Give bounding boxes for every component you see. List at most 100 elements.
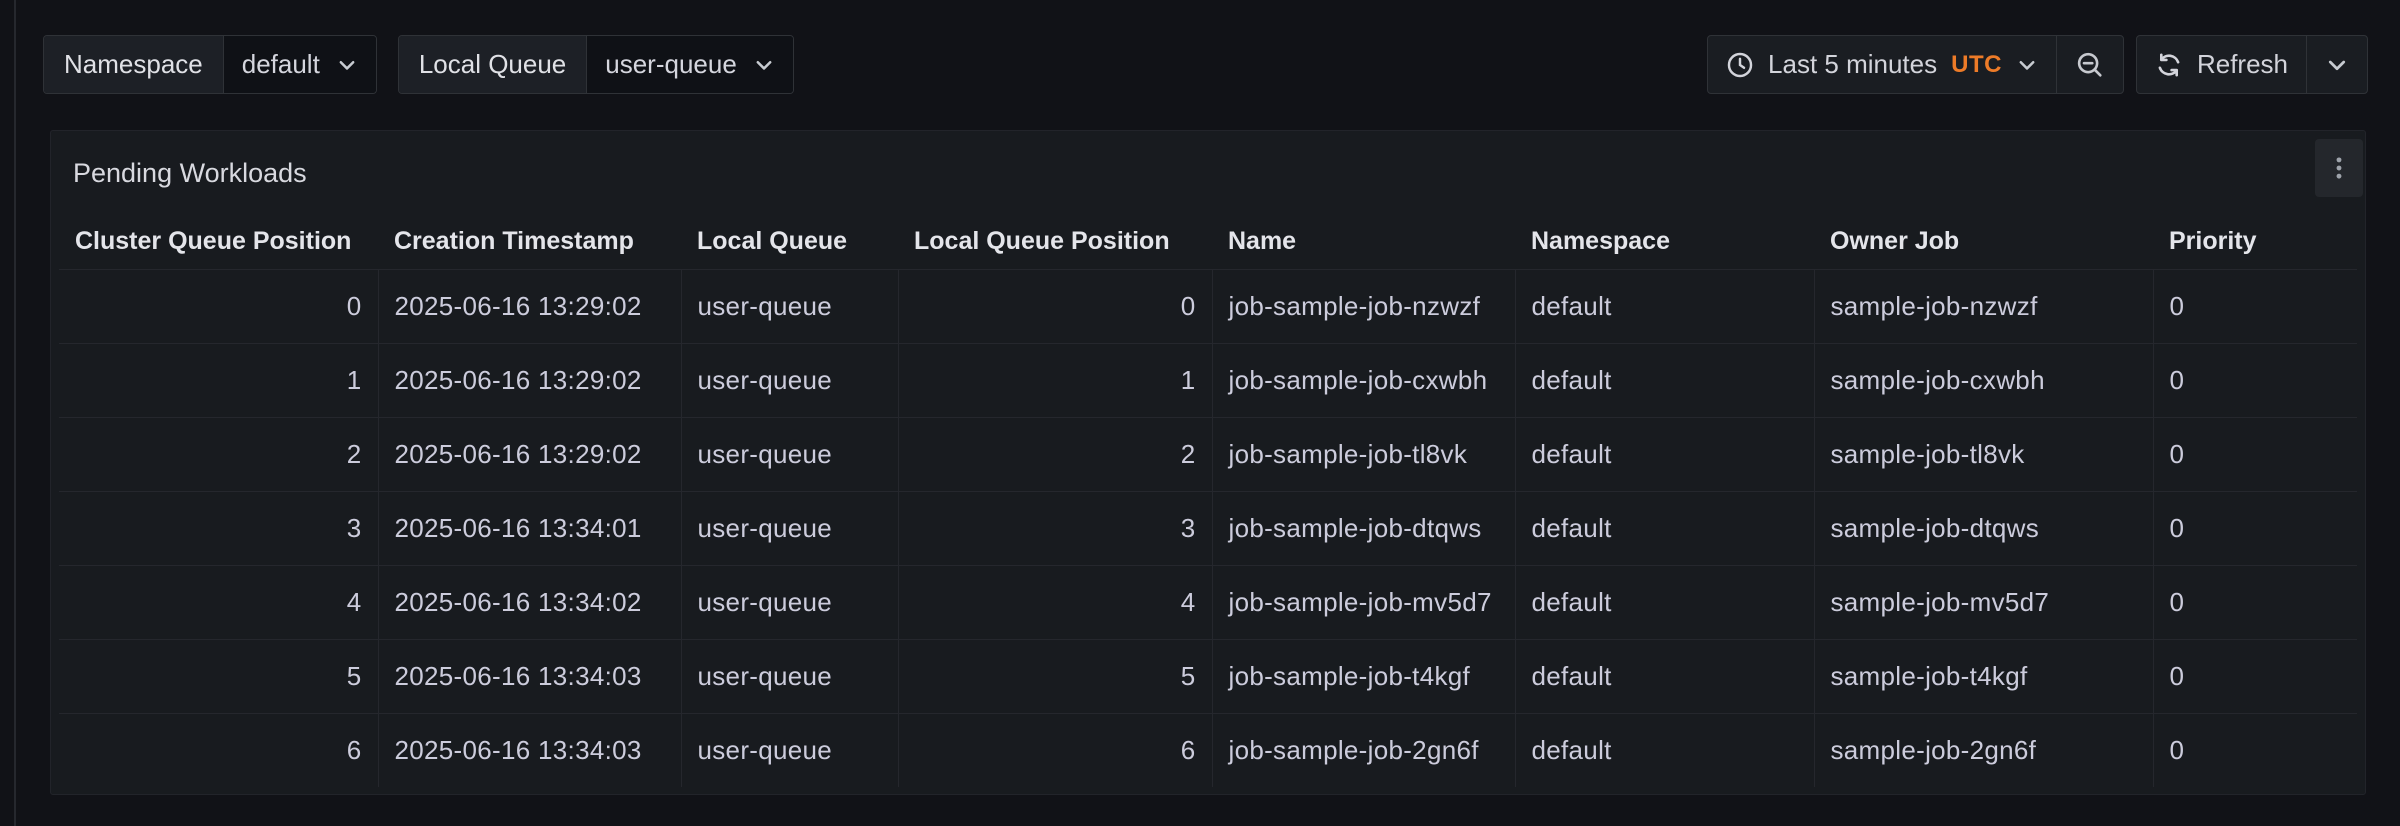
variable-local-queue: Local Queue user-queue bbox=[398, 35, 794, 94]
table-cell: job-sample-job-tl8vk bbox=[1212, 417, 1515, 491]
table-cell: default bbox=[1515, 713, 1814, 787]
table-cell: job-sample-job-2gn6f bbox=[1212, 713, 1515, 787]
chevron-down-icon bbox=[2325, 53, 2349, 77]
time-range-label: Last 5 minutes bbox=[1768, 49, 1937, 80]
table-cell: job-sample-job-t4kgf bbox=[1212, 639, 1515, 713]
table-wrap: Cluster Queue PositionCreation Timestamp… bbox=[51, 215, 2365, 787]
table-cell: job-sample-job-cxwbh bbox=[1212, 343, 1515, 417]
table-body: 02025-06-16 13:29:02user-queue0job-sampl… bbox=[59, 269, 2357, 787]
panel-menu-button[interactable] bbox=[2315, 139, 2363, 197]
timezone-badge: UTC bbox=[1951, 51, 2002, 79]
column-header-priority[interactable]: Priority bbox=[2153, 215, 2357, 269]
toolbar-gap bbox=[2124, 35, 2136, 94]
refresh-interval-button[interactable] bbox=[2306, 36, 2367, 93]
table-cell: 0 bbox=[2153, 269, 2357, 343]
table-cell: 2025-06-16 13:29:02 bbox=[378, 269, 681, 343]
table-cell: sample-job-dtqws bbox=[1814, 491, 2153, 565]
table-cell: 0 bbox=[2153, 565, 2357, 639]
clock-icon bbox=[1726, 51, 1754, 79]
time-picker-group: Last 5 minutes UTC bbox=[1707, 35, 2124, 94]
column-header-namespace[interactable]: Namespace bbox=[1515, 215, 1814, 269]
table-row: 32025-06-16 13:34:01user-queue3job-sampl… bbox=[59, 491, 2357, 565]
variable-local-queue-label: Local Queue bbox=[399, 36, 587, 93]
table-cell: default bbox=[1515, 491, 1814, 565]
table-cell: user-queue bbox=[681, 491, 898, 565]
table-cell: sample-job-cxwbh bbox=[1814, 343, 2153, 417]
table-cell: user-queue bbox=[681, 343, 898, 417]
table-cell: user-queue bbox=[681, 417, 898, 491]
table-cell: 2025-06-16 13:34:02 bbox=[378, 565, 681, 639]
dashboard-toolbar: Namespace default Local Queue user-queue… bbox=[43, 35, 2368, 94]
refresh-group: Refresh bbox=[2136, 35, 2368, 94]
table-cell: default bbox=[1515, 343, 1814, 417]
time-range-button[interactable]: Last 5 minutes UTC bbox=[1708, 36, 2056, 93]
table-cell: 6 bbox=[59, 713, 378, 787]
table-cell: job-sample-job-mv5d7 bbox=[1212, 565, 1515, 639]
table-row: 22025-06-16 13:29:02user-queue2job-sampl… bbox=[59, 417, 2357, 491]
table-cell: 2 bbox=[59, 417, 378, 491]
table-cell: 0 bbox=[2153, 343, 2357, 417]
table-cell: sample-job-nzwzf bbox=[1814, 269, 2153, 343]
sync-icon bbox=[2155, 51, 2183, 79]
column-header-cluster-queue-position[interactable]: Cluster Queue Position bbox=[59, 215, 378, 269]
chevron-down-icon bbox=[2016, 54, 2038, 76]
table-header-row: Cluster Queue PositionCreation Timestamp… bbox=[59, 215, 2357, 269]
table-cell: 4 bbox=[898, 565, 1212, 639]
refresh-label: Refresh bbox=[2197, 49, 2288, 80]
toolbar-spacer bbox=[815, 35, 1707, 94]
table-cell: 1 bbox=[59, 343, 378, 417]
table-cell: 4 bbox=[59, 565, 378, 639]
column-header-name[interactable]: Name bbox=[1212, 215, 1515, 269]
table-cell: 5 bbox=[898, 639, 1212, 713]
variable-namespace: Namespace default bbox=[43, 35, 377, 94]
table-cell: 0 bbox=[2153, 639, 2357, 713]
variable-local-queue-select[interactable]: user-queue bbox=[587, 36, 793, 93]
table-cell: 2025-06-16 13:34:03 bbox=[378, 713, 681, 787]
variable-namespace-value: default bbox=[242, 49, 320, 80]
table-row: 02025-06-16 13:29:02user-queue0job-sampl… bbox=[59, 269, 2357, 343]
column-header-owner-job[interactable]: Owner Job bbox=[1814, 215, 2153, 269]
table-cell: sample-job-t4kgf bbox=[1814, 639, 2153, 713]
table-cell: 2 bbox=[898, 417, 1212, 491]
variable-local-queue-value: user-queue bbox=[605, 49, 737, 80]
pending-workloads-panel: Pending Workloads Cluster Queue Position… bbox=[50, 130, 2366, 795]
chevron-down-icon bbox=[753, 54, 775, 76]
panel-title[interactable]: Pending Workloads bbox=[73, 158, 307, 189]
table-cell: 3 bbox=[898, 491, 1212, 565]
table-cell: sample-job-tl8vk bbox=[1814, 417, 2153, 491]
refresh-button[interactable]: Refresh bbox=[2137, 36, 2306, 93]
table-cell: job-sample-job-dtqws bbox=[1212, 491, 1515, 565]
table-cell: 0 bbox=[2153, 417, 2357, 491]
table-cell: 5 bbox=[59, 639, 378, 713]
column-header-local-queue-position[interactable]: Local Queue Position bbox=[898, 215, 1212, 269]
column-header-local-queue[interactable]: Local Queue bbox=[681, 215, 898, 269]
table-cell: default bbox=[1515, 639, 1814, 713]
time-zoom-out-button[interactable] bbox=[2056, 36, 2123, 93]
chevron-down-icon bbox=[336, 54, 358, 76]
table-cell: 2025-06-16 13:29:02 bbox=[378, 343, 681, 417]
zoom-out-icon bbox=[2075, 50, 2105, 80]
page-left-divider bbox=[14, 0, 16, 826]
table-row: 62025-06-16 13:34:03user-queue6job-sampl… bbox=[59, 713, 2357, 787]
column-header-creation-timestamp[interactable]: Creation Timestamp bbox=[378, 215, 681, 269]
table-cell: 0 bbox=[2153, 491, 2357, 565]
table-cell: job-sample-job-nzwzf bbox=[1212, 269, 1515, 343]
kebab-menu-icon bbox=[2326, 155, 2352, 181]
table-cell: 0 bbox=[2153, 713, 2357, 787]
table-row: 12025-06-16 13:29:02user-queue1job-sampl… bbox=[59, 343, 2357, 417]
table-row: 42025-06-16 13:34:02user-queue4job-sampl… bbox=[59, 565, 2357, 639]
table-cell: user-queue bbox=[681, 713, 898, 787]
variable-namespace-label: Namespace bbox=[44, 36, 224, 93]
table-cell: user-queue bbox=[681, 639, 898, 713]
table-cell: 2025-06-16 13:34:03 bbox=[378, 639, 681, 713]
table-cell: 1 bbox=[898, 343, 1212, 417]
table-cell: 6 bbox=[898, 713, 1212, 787]
table-cell: sample-job-2gn6f bbox=[1814, 713, 2153, 787]
table-cell: default bbox=[1515, 565, 1814, 639]
table-cell: 0 bbox=[59, 269, 378, 343]
table-cell: user-queue bbox=[681, 565, 898, 639]
table-cell: 2025-06-16 13:34:01 bbox=[378, 491, 681, 565]
variable-namespace-select[interactable]: default bbox=[224, 36, 376, 93]
table-cell: default bbox=[1515, 269, 1814, 343]
table-cell: 2025-06-16 13:29:02 bbox=[378, 417, 681, 491]
